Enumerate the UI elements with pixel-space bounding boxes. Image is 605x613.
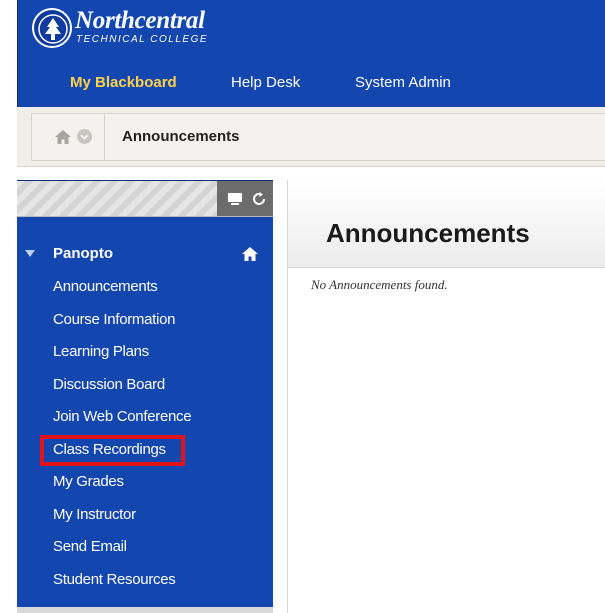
menu-item-label: Discussion Board [53,375,165,393]
college-logo-icon[interactable] [32,8,72,48]
menu-item-learning-plans[interactable]: Learning Plans [17,336,273,369]
menu-item-my-instructor[interactable]: My Instructor [17,499,273,532]
collapse-triangle-icon[interactable] [25,250,35,257]
menu-item-my-grades[interactable]: My Grades [17,466,273,499]
course-menu-toolbar [17,181,273,217]
toolbar-buttons [217,181,273,216]
course-title[interactable]: Panopto [53,243,113,265]
menu-item-label: Send Email [53,538,127,555]
tab-help-desk[interactable]: Help Desk [231,72,300,94]
paperclip-pin-icon[interactable] [2,83,18,99]
menu-item-label: My Grades [53,473,124,490]
site-header: Northcentral TECHNICAL COLLEGE My Blackb… [17,0,605,107]
course-header: Panopto [17,243,273,265]
menu-item-label: Course Information [53,310,176,328]
home-icon[interactable] [241,245,259,263]
course-menu-list: Announcements Course Information Learnin… [17,271,273,596]
refresh-icon[interactable] [251,191,267,207]
college-subtitle: TECHNICAL COLLEGE [76,34,209,45]
menu-item-send-email[interactable]: Send Email [17,531,273,564]
menu-item-label: Announcements [53,278,158,295]
display-icon[interactable] [227,192,243,205]
page-title: Announcements [326,218,530,248]
course-menu: Panopto Announcements Course Information… [17,180,273,613]
home-icon[interactable] [54,128,72,146]
course-menu-footer [17,607,273,613]
browser-frame: Northcentral TECHNICAL COLLEGE My Blackb… [0,0,605,613]
menu-item-label: Join Web Conference [53,408,192,425]
breadcrumb-separator [104,114,105,160]
menu-item-class-recordings[interactable]: Class Recordings [17,434,273,467]
breadcrumb-trail: Announcements [31,113,605,161]
menu-item-discussion-board[interactable]: Discussion Board [17,369,273,402]
menu-item-label: Learning Plans [53,343,149,360]
top-nav: My Blackboard Help Desk System Admin [18,72,605,94]
chevron-down-icon[interactable] [77,129,92,144]
menu-item-label: Student Resources [53,570,176,588]
page-title-bar: Announcements [288,180,605,268]
menu-item-student-resources[interactable]: Student Resources [17,564,273,597]
menu-item-label: Class Recordings [53,440,166,458]
menu-item-announcements[interactable]: Announcements [17,271,273,304]
tab-my-blackboard[interactable]: My Blackboard [70,72,177,94]
menu-item-course-information[interactable]: Course Information [17,304,273,337]
college-name[interactable]: Northcentral [75,8,205,34]
content-area: Announcements No Announcements found. [287,180,605,613]
breadcrumb-current: Announcements [122,128,240,145]
empty-announcements-message: No Announcements found. [311,277,448,292]
menu-item-label: My Instructor [53,505,136,523]
tab-system-admin[interactable]: System Admin [355,72,451,94]
menu-item-join-web-conference[interactable]: Join Web Conference [17,401,273,434]
breadcrumb: Announcements [17,107,605,167]
